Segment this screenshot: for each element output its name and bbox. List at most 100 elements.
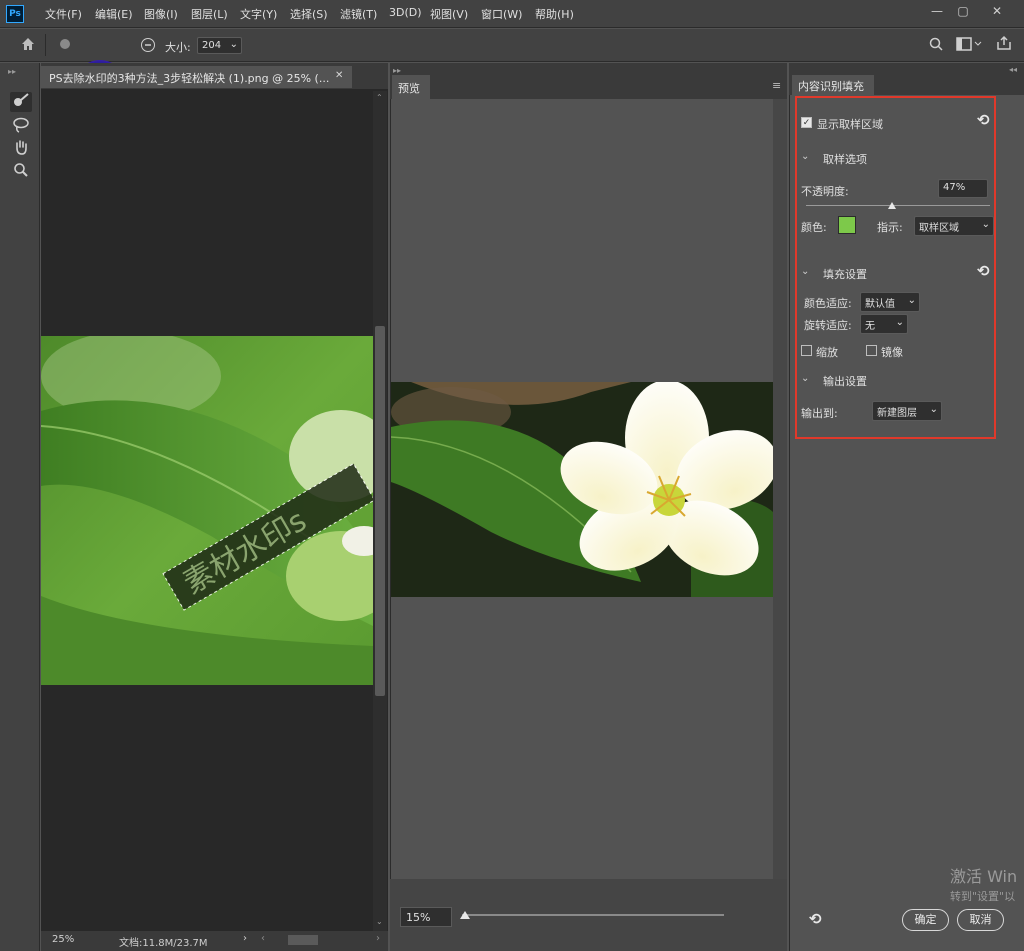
output-settings-header[interactable]: 输出设置 xyxy=(823,373,867,389)
horizontal-scroll-thumb[interactable] xyxy=(288,935,318,945)
preview-zoom-input[interactable]: 15% xyxy=(400,907,452,927)
brush-preset-icon[interactable] xyxy=(56,37,74,53)
chevron-down-icon: ⌄ xyxy=(981,219,990,230)
scroll-right-icon[interactable]: › xyxy=(376,933,380,944)
scale-checkbox[interactable] xyxy=(801,345,812,356)
color-label: 颜色: xyxy=(801,221,827,234)
workspace-icon[interactable] xyxy=(955,37,985,53)
chevron-down-icon: ⌄ xyxy=(929,404,938,415)
zoom-tool-icon[interactable] xyxy=(10,162,32,182)
chevron-down-icon: ⌄ xyxy=(229,39,238,50)
fill-settings-header[interactable]: 填充设置 xyxy=(823,266,867,282)
status-arrow-icon[interactable]: › xyxy=(243,933,247,944)
size-label: 大小: xyxy=(165,41,191,54)
home-icon[interactable] xyxy=(18,36,38,54)
scroll-down-icon[interactable]: ⌄ xyxy=(376,917,383,926)
subtract-mode-icon[interactable] xyxy=(139,37,157,55)
color-adaptation-label: 颜色适应: xyxy=(804,297,852,310)
chevron-down-icon[interactable]: ⌄ xyxy=(801,373,809,384)
close-window-button[interactable]: ✕ xyxy=(984,2,1010,20)
menu-layer[interactable]: 图层(L) xyxy=(191,6,228,22)
os-activation-text: 激活 Win xyxy=(950,867,1018,886)
output-to-label: 输出到: xyxy=(801,407,838,420)
scroll-up-icon[interactable]: ⌃ xyxy=(376,93,383,102)
ok-button[interactable]: 确定 xyxy=(902,909,949,931)
menu-type[interactable]: 文字(Y) xyxy=(240,6,277,22)
document-status-bar: 25% 文档:11.8M/23.7M › ‹ › xyxy=(41,931,388,951)
opacity-label: 不透明度: xyxy=(801,185,849,198)
size-value: 204 xyxy=(202,40,222,51)
minimize-button[interactable]: — xyxy=(924,2,950,20)
share-icon[interactable] xyxy=(995,35,1013,53)
document-tab-title: PS去除水印的3种方法_3步轻松解决 (1).png @ 25% (... xyxy=(49,72,330,85)
preview-zoom-slider[interactable] xyxy=(462,914,724,916)
collapse-arrows-icon[interactable]: ◂◂ xyxy=(1009,65,1017,74)
show-sampling-checkbox[interactable] xyxy=(801,117,812,128)
menu-edit[interactable]: 编辑(E) xyxy=(95,6,133,22)
opacity-input[interactable]: 47% xyxy=(938,179,988,198)
menu-select[interactable]: 选择(S) xyxy=(290,6,328,22)
opacity-slider-thumb[interactable] xyxy=(888,202,897,209)
hand-tool-icon[interactable] xyxy=(10,139,32,159)
mirror-checkbox[interactable] xyxy=(866,345,877,356)
size-input[interactable]: 204 ⌄ xyxy=(197,37,242,54)
scale-label: 缩放 xyxy=(816,346,838,359)
sampling-brush-tool-icon[interactable] xyxy=(10,92,32,112)
opacity-slider[interactable] xyxy=(806,205,990,206)
preview-tab[interactable]: 预览 xyxy=(392,75,430,99)
indicate-select[interactable]: 取样区域 ⌄ xyxy=(914,216,994,236)
collapse-arrows-icon[interactable]: ▸▸ xyxy=(8,67,16,76)
chevron-down-icon: ⌄ xyxy=(907,295,916,306)
options-bar: 大小: 204 ⌄ xyxy=(0,29,1024,112)
status-zoom[interactable]: 25% xyxy=(52,934,74,945)
preview-canvas xyxy=(391,382,773,597)
document-tab[interactable]: PS去除水印的3种方法_3步轻松解决 (1).png @ 25% (... xyxy=(41,66,352,88)
menu-3d[interactable]: 3D(D) xyxy=(389,6,422,19)
show-sampling-label: 显示取样区域 xyxy=(817,118,883,131)
reset-all-icon[interactable]: ⟲ xyxy=(809,910,822,928)
chevron-down-icon[interactable]: ⌄ xyxy=(801,266,809,277)
scroll-thumb[interactable] xyxy=(375,326,385,696)
rotation-adaptation-select[interactable]: 无 ⌄ xyxy=(860,314,908,334)
chevron-down-icon: ⌄ xyxy=(895,317,904,328)
scroll-left-icon[interactable]: ‹ xyxy=(261,933,265,944)
preview-zoom-thumb[interactable] xyxy=(460,911,470,919)
indicate-value: 取样区域 xyxy=(919,223,959,234)
rotation-adaptation-value: 无 xyxy=(865,321,875,332)
document-canvas[interactable]: 素材水印s xyxy=(41,336,373,685)
collapse-arrows-icon[interactable]: ▸▸ xyxy=(393,66,401,75)
color-adaptation-value: 默认值 xyxy=(865,299,895,310)
mirror-label: 镜像 xyxy=(881,346,903,359)
reset-fill-settings-icon[interactable]: ⟲ xyxy=(977,262,990,280)
menu-bar: Ps 文件(F) 编辑(E) 图像(I) 图层(L) 文字(Y) 选择(S) 滤… xyxy=(0,0,1024,28)
sampling-options-header[interactable]: 取样选项 xyxy=(823,151,867,167)
indicate-label: 指示: xyxy=(877,221,903,234)
panel-menu-icon[interactable]: ≡ xyxy=(772,79,781,92)
output-to-value: 新建图层 xyxy=(877,408,917,419)
status-doc-size[interactable]: 文档:11.8M/23.7M xyxy=(119,934,208,949)
close-tab-icon[interactable]: ✕ xyxy=(335,70,343,81)
cancel-button[interactable]: 取消 xyxy=(957,909,1004,931)
menu-window[interactable]: 窗口(W) xyxy=(481,6,522,22)
menu-filter[interactable]: 滤镜(T) xyxy=(340,6,377,22)
rotation-adaptation-label: 旋转适应: xyxy=(804,319,852,332)
preview-tab-bar: ▸▸ ≡ xyxy=(390,63,787,99)
reset-sampling-icon[interactable]: ⟲ xyxy=(977,111,990,129)
lasso-tool-icon[interactable] xyxy=(10,116,32,136)
opacity-value: 47% xyxy=(943,182,966,193)
search-icon[interactable] xyxy=(928,37,944,53)
output-to-select[interactable]: 新建图层 ⌄ xyxy=(872,401,942,421)
color-adaptation-select[interactable]: 默认值 ⌄ xyxy=(860,292,920,312)
color-swatch[interactable] xyxy=(838,216,856,234)
menu-image[interactable]: 图像(I) xyxy=(144,6,178,22)
tool-strip: ▸▸ xyxy=(0,63,40,951)
chevron-down-icon[interactable]: ⌄ xyxy=(801,151,809,162)
menu-file[interactable]: 文件(F) xyxy=(45,6,82,22)
preview-scrollbar[interactable] xyxy=(773,99,787,879)
document-vertical-scrollbar[interactable]: ⌃ ⌄ xyxy=(373,91,387,931)
content-aware-fill-tab[interactable]: 内容识别填充 xyxy=(792,75,874,95)
maximize-button[interactable]: ▢ xyxy=(950,2,976,20)
os-activation-subtext: 转到"设置"以 xyxy=(950,890,1016,903)
menu-help[interactable]: 帮助(H) xyxy=(535,6,574,22)
menu-view[interactable]: 视图(V) xyxy=(430,6,468,22)
